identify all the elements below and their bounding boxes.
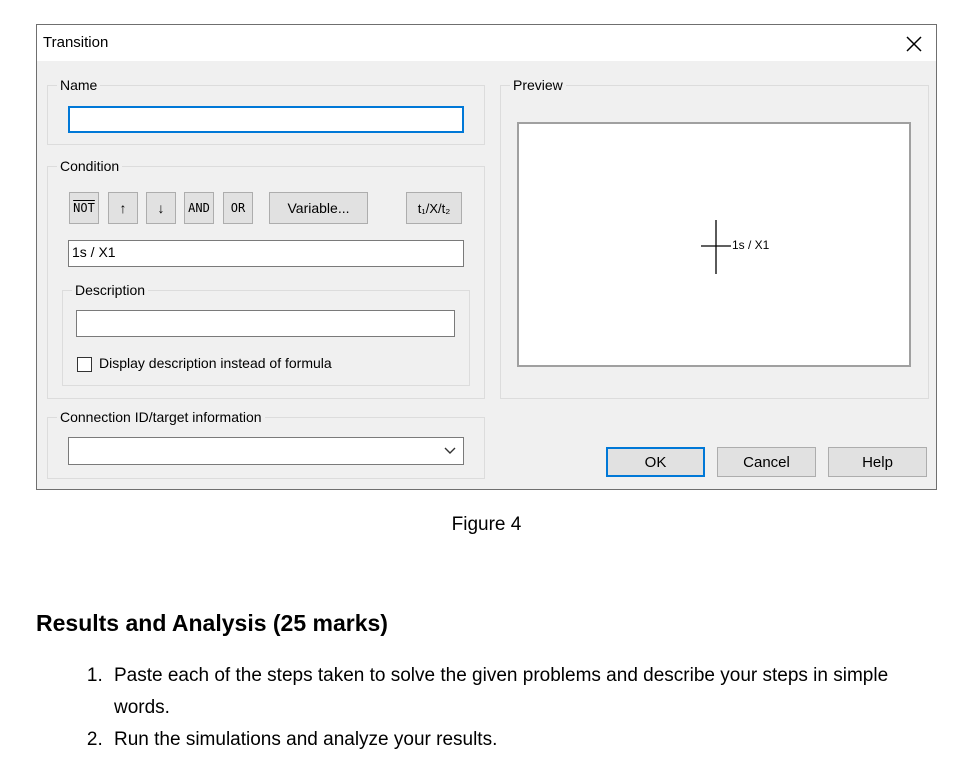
time-button[interactable]: t₁/X/t₂ <box>406 192 462 224</box>
transition-symbol-icon <box>701 220 731 274</box>
name-input[interactable] <box>68 106 464 133</box>
display-description-label: Display description instead of formula <box>99 355 332 371</box>
and-button[interactable]: AND <box>184 192 214 224</box>
name-legend: Name <box>60 77 98 93</box>
help-button[interactable]: Help <box>828 447 927 477</box>
variable-button[interactable]: Variable... <box>269 192 368 224</box>
connection-select[interactable] <box>68 437 464 465</box>
preview-canvas: 1s / X1 <box>517 122 911 367</box>
description-legend: Description <box>75 282 146 298</box>
ok-button[interactable]: OK <box>606 447 705 477</box>
list-item: Run the simulations and analyze your res… <box>108 724 948 756</box>
preview-legend: Preview <box>513 77 563 93</box>
connection-legend: Connection ID/target information <box>60 409 262 425</box>
section-heading: Results and Analysis (25 marks) <box>36 610 388 636</box>
rising-edge-button[interactable]: ↑ <box>108 192 138 224</box>
close-button[interactable] <box>900 29 928 57</box>
transition-dialog: Transition Name Condition NOT ↑ ↓ AND OR… <box>36 24 937 490</box>
dialog-title: Transition <box>43 34 109 51</box>
preview-transition-label: 1s / X1 <box>732 238 770 252</box>
formula-input[interactable]: 1s / X1 <box>68 240 464 267</box>
display-description-checkbox[interactable] <box>77 357 92 372</box>
close-icon <box>906 36 922 52</box>
description-input[interactable] <box>76 310 455 337</box>
title-bar: Transition <box>37 25 936 61</box>
condition-legend: Condition <box>60 158 120 174</box>
or-button[interactable]: OR <box>223 192 253 224</box>
not-button[interactable]: NOT <box>69 192 99 224</box>
falling-edge-button[interactable]: ↓ <box>146 192 176 224</box>
cancel-button[interactable]: Cancel <box>717 447 816 477</box>
steps-list: Paste each of the steps taken to solve t… <box>36 660 948 756</box>
chevron-down-icon <box>444 447 456 454</box>
figure-caption: Figure 4 <box>451 514 522 535</box>
list-item: Paste each of the steps taken to solve t… <box>108 660 948 724</box>
